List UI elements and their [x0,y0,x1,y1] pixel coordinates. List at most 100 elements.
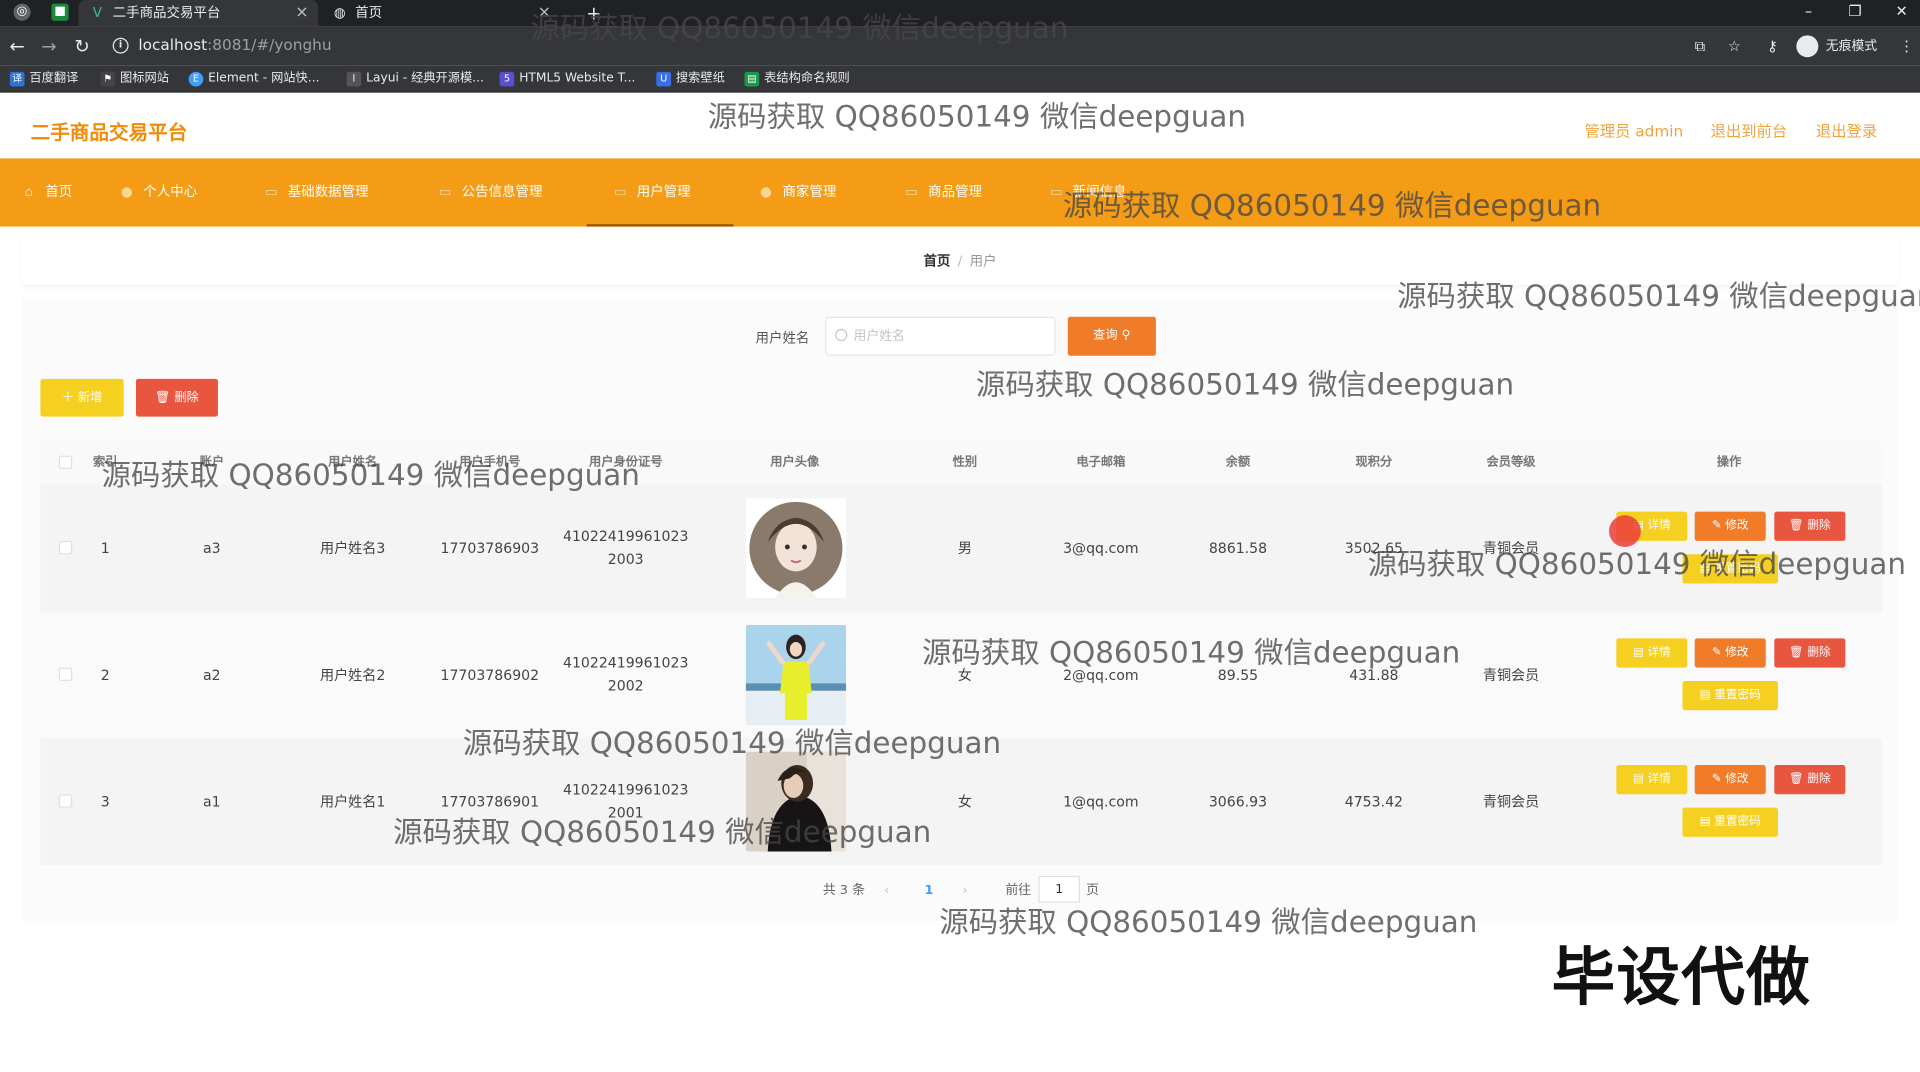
row-checkbox[interactable] [58,540,73,555]
detail-button[interactable]: ▤ 详情 [1616,638,1688,668]
watermark-text: 源码获取 QQ86050149 微信deepguan [393,814,932,850]
reset-password-button[interactable]: ▤ 重置密码 [1682,680,1778,711]
col-points: 现积分 [1355,455,1393,470]
logout-link[interactable]: 退出登录 [1816,118,1877,141]
search-label: 用户姓名 [755,330,810,346]
menu-icon: ● [760,183,772,200]
tab-home[interactable]: ◍ 首页 × [321,0,561,27]
page-number-current[interactable]: 1 [924,880,933,902]
back-icon[interactable]: ← [5,34,29,58]
reset-password-button[interactable]: ▤ 重置密码 [1682,807,1778,837]
edit-label: 修改 [1725,518,1749,533]
breadcrumb-home[interactable]: 首页 [923,253,950,269]
cell-level: 青铜会员 [1482,793,1540,811]
nav-label: 基础数据管理 [287,183,369,200]
nav-item-notices[interactable]: ▭ 公告信息管理 [437,158,543,226]
col-email: 电子邮箱 [1076,455,1126,470]
bookmark-item[interactable]: ⚑ 图标网站 [100,71,169,88]
window-close-icon[interactable]: ✕ [1881,0,1920,22]
cell-index: 3 [100,793,110,811]
watermark-text: 源码获取 QQ86050149 微信deepguan [530,10,1069,46]
watermark-text: 源码获取 QQ86050149 微信deepguan [922,635,1461,671]
cell-idcard: 41022419961023 2003 [557,485,694,612]
detail-button[interactable]: ▤ 详情 [1616,765,1688,795]
add-button[interactable]: ＋ 新增 [40,378,124,417]
minimize-icon[interactable]: – [1788,0,1830,22]
menu-icon: ▭ [438,183,452,200]
search-icon: ⚲ [1121,328,1131,343]
delete-label: 删除 [1807,645,1831,660]
trash-icon: 🗑 [154,391,171,405]
site-info-icon[interactable]: i [112,37,129,54]
row-checkbox[interactable] [58,794,73,808]
chrome-menu-icon[interactable]: ◎ [13,3,31,21]
menu-icon: ▭ [613,183,627,200]
tab-app[interactable]: V 二手商品交易平台 × [78,0,319,27]
nav-label: 商品管理 [928,183,983,200]
incognito-profile[interactable]: 无痕模式 [1796,34,1877,58]
bookmark-label: 图标网站 [120,71,169,86]
bookmarks-bar: 译百度翻译 ⚑ 图标网站 E Element - 网站快... l Layui - 经… [0,65,1920,93]
bookmark-item[interactable]: ▤ 表结构命名规则 [744,71,850,88]
star-icon[interactable]: ☆ [1728,37,1741,56]
reload-icon[interactable]: ↻ [70,34,94,58]
prev-page-icon[interactable]: ‹ [884,880,889,902]
close-icon[interactable]: × [295,0,308,27]
search-icon [835,328,848,342]
query-label: 查询 [1093,328,1118,343]
nav-item-profile[interactable]: ● 个人中心 [119,158,197,226]
cell-name: 用户姓名2 [319,666,386,684]
bookmark-item[interactable]: 译百度翻译 [9,71,79,88]
nav-item-goods[interactable]: ▭ 商品管理 [904,158,982,226]
app-title: 二手商品交易平台 [30,120,188,144]
frontend-link[interactable]: 退出到前台 [1711,118,1788,141]
idcard-line: 41022419961023 [563,780,689,798]
key-icon[interactable]: ⚷ [1767,37,1778,56]
watermark-text: 源码获取 QQ86050149 微信deepguan [101,458,640,493]
row-checkbox[interactable] [58,667,73,681]
bookmark-item[interactable]: U 搜索壁纸 [656,71,725,88]
delete-button[interactable]: 🗑 删除 [1774,638,1846,668]
tab-group-icon[interactable]: ■ [51,3,69,21]
restore-icon[interactable]: ❐ [1834,0,1876,22]
bookmark-item[interactable]: l Layui - 经典开源模... [346,71,484,88]
url-host: localhost [138,35,208,54]
tab-label: 首页 [355,4,383,21]
select-all-checkbox[interactable] [58,455,73,470]
element-icon: E [188,71,204,87]
nav-label: 公告信息管理 [461,183,543,200]
forward-icon[interactable]: → [37,34,61,58]
edit-button[interactable]: ✎ 修改 [1694,638,1766,668]
query-button[interactable]: 查询 ⚲ [1067,316,1156,356]
bookmark-item[interactable]: 5 HTML5 Website T... [499,71,635,88]
more-icon[interactable]: ⋮ [1899,37,1914,56]
delete-button[interactable]: 🗑 删除 [1774,511,1846,541]
cell-account: a2 [203,666,221,684]
bookmark-item[interactable]: E Element - 网站快... [188,71,319,88]
nav-item-base-data[interactable]: ▭ 基础数据管理 [263,158,369,226]
cell-gender: 男 [957,539,972,557]
translate-icon[interactable]: ⧉ [1695,37,1706,56]
layui-icon: l [346,71,362,87]
col-avatar: 用户头像 [770,455,820,470]
cell-index: 2 [100,666,110,684]
nav-label: 用户管理 [636,183,691,200]
edit-label: 修改 [1725,772,1749,786]
edit-button[interactable]: ✎ 修改 [1694,765,1766,795]
nav-item-home[interactable]: ⌂ 首页 [21,158,72,226]
search-input[interactable] [853,325,1050,348]
incognito-icon [1796,35,1819,58]
avatar[interactable] [745,498,847,599]
edit-button[interactable]: ✎ 修改 [1694,511,1766,541]
top-nav: ⌂ 首页 ● 个人中心 ▭ 基础数据管理 ▭ 公告信息管理 ▭ 用户管理 ● 商家管理 ▭ 商… [0,158,1920,227]
idcard-line: 2002 [607,677,644,695]
delete-label: 删除 [1807,772,1831,786]
avatar[interactable] [745,624,847,725]
nav-item-users[interactable]: ▭ 用户管理 [586,158,734,227]
table-icon: ▤ [744,71,760,87]
nav-item-merchants[interactable]: ● 商家管理 [758,158,836,226]
delete-button[interactable]: 🗑 删除 [1774,765,1846,795]
search-field[interactable] [825,316,1056,356]
profile-label: 无痕模式 [1825,38,1878,54]
batch-delete-button[interactable]: 🗑 删除 [135,378,218,417]
